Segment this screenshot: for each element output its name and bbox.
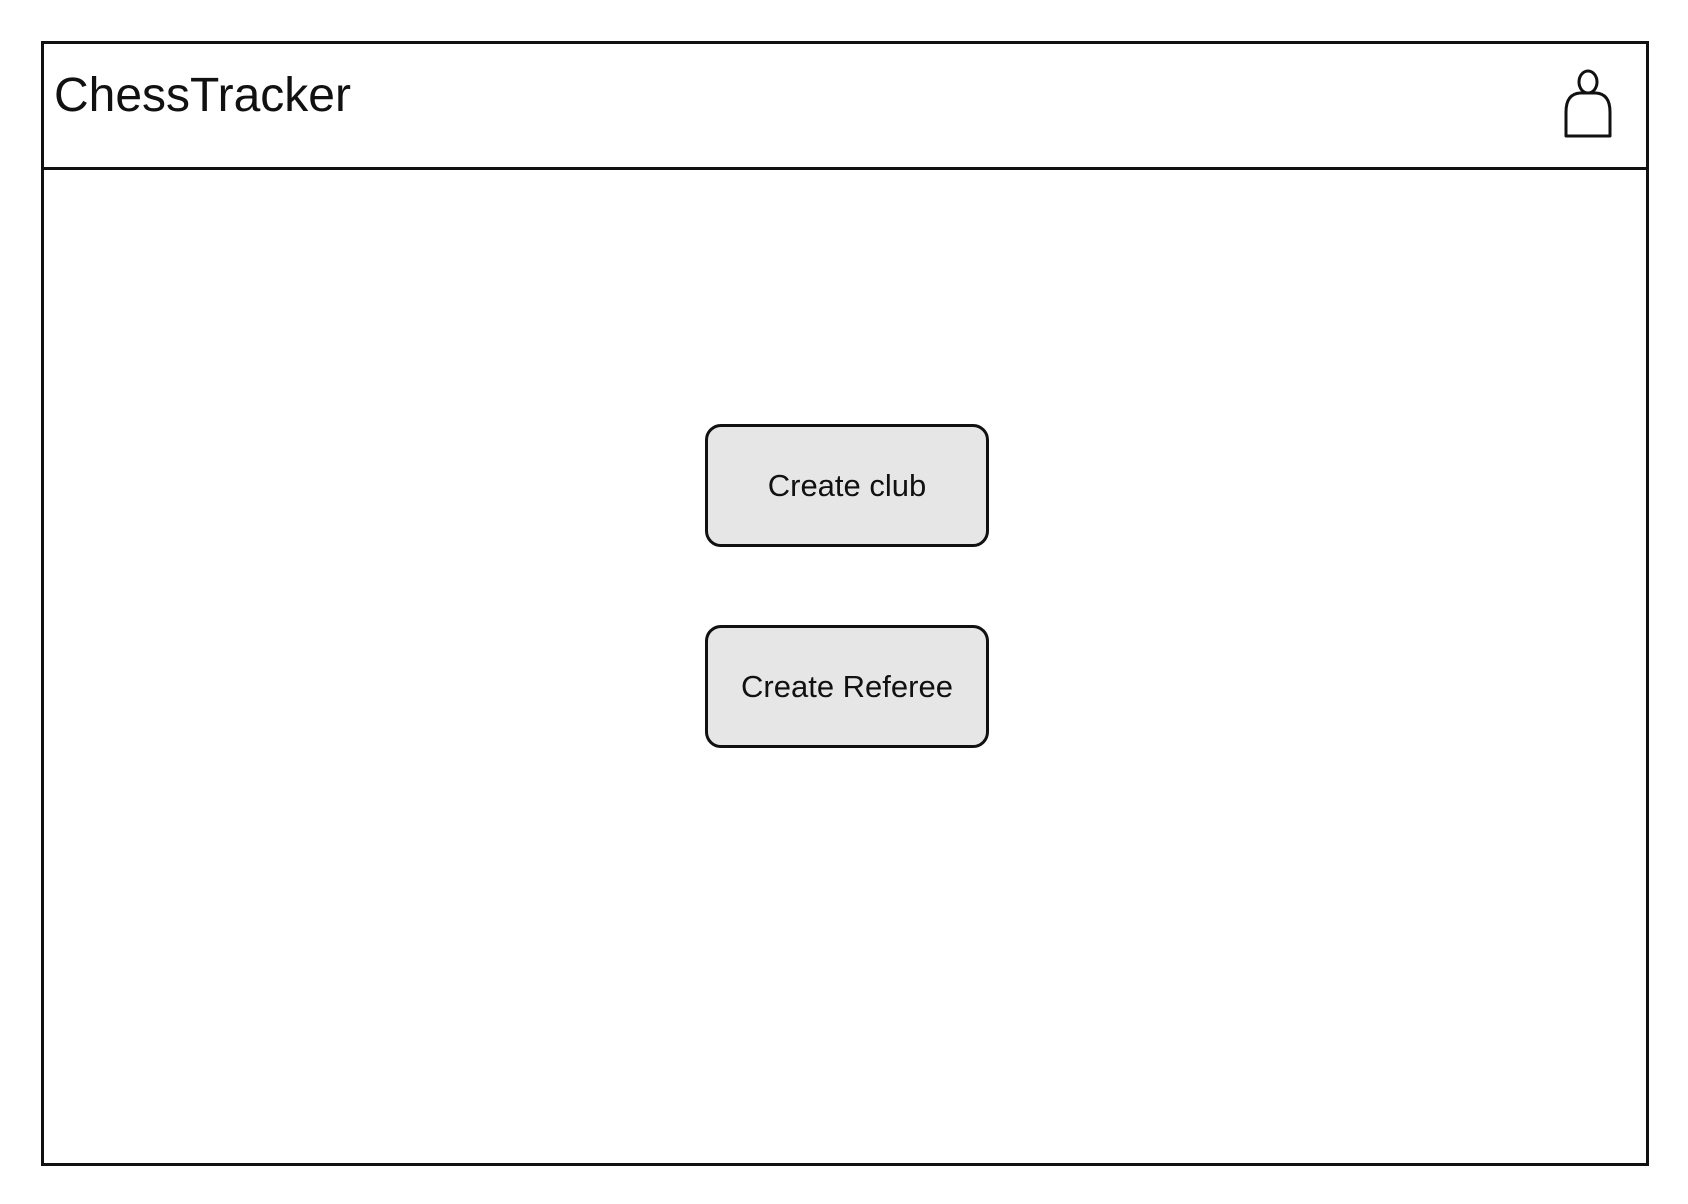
app-window: ChessTracker Create club Create Referee — [41, 41, 1649, 1166]
create-club-button[interactable]: Create club — [705, 424, 989, 547]
top-bar: ChessTracker — [44, 44, 1646, 170]
app-title: ChessTracker — [54, 69, 351, 122]
user-icon[interactable] — [1563, 68, 1613, 140]
create-referee-button[interactable]: Create Referee — [705, 625, 989, 748]
main-content: Create club Create Referee — [44, 170, 1646, 1163]
